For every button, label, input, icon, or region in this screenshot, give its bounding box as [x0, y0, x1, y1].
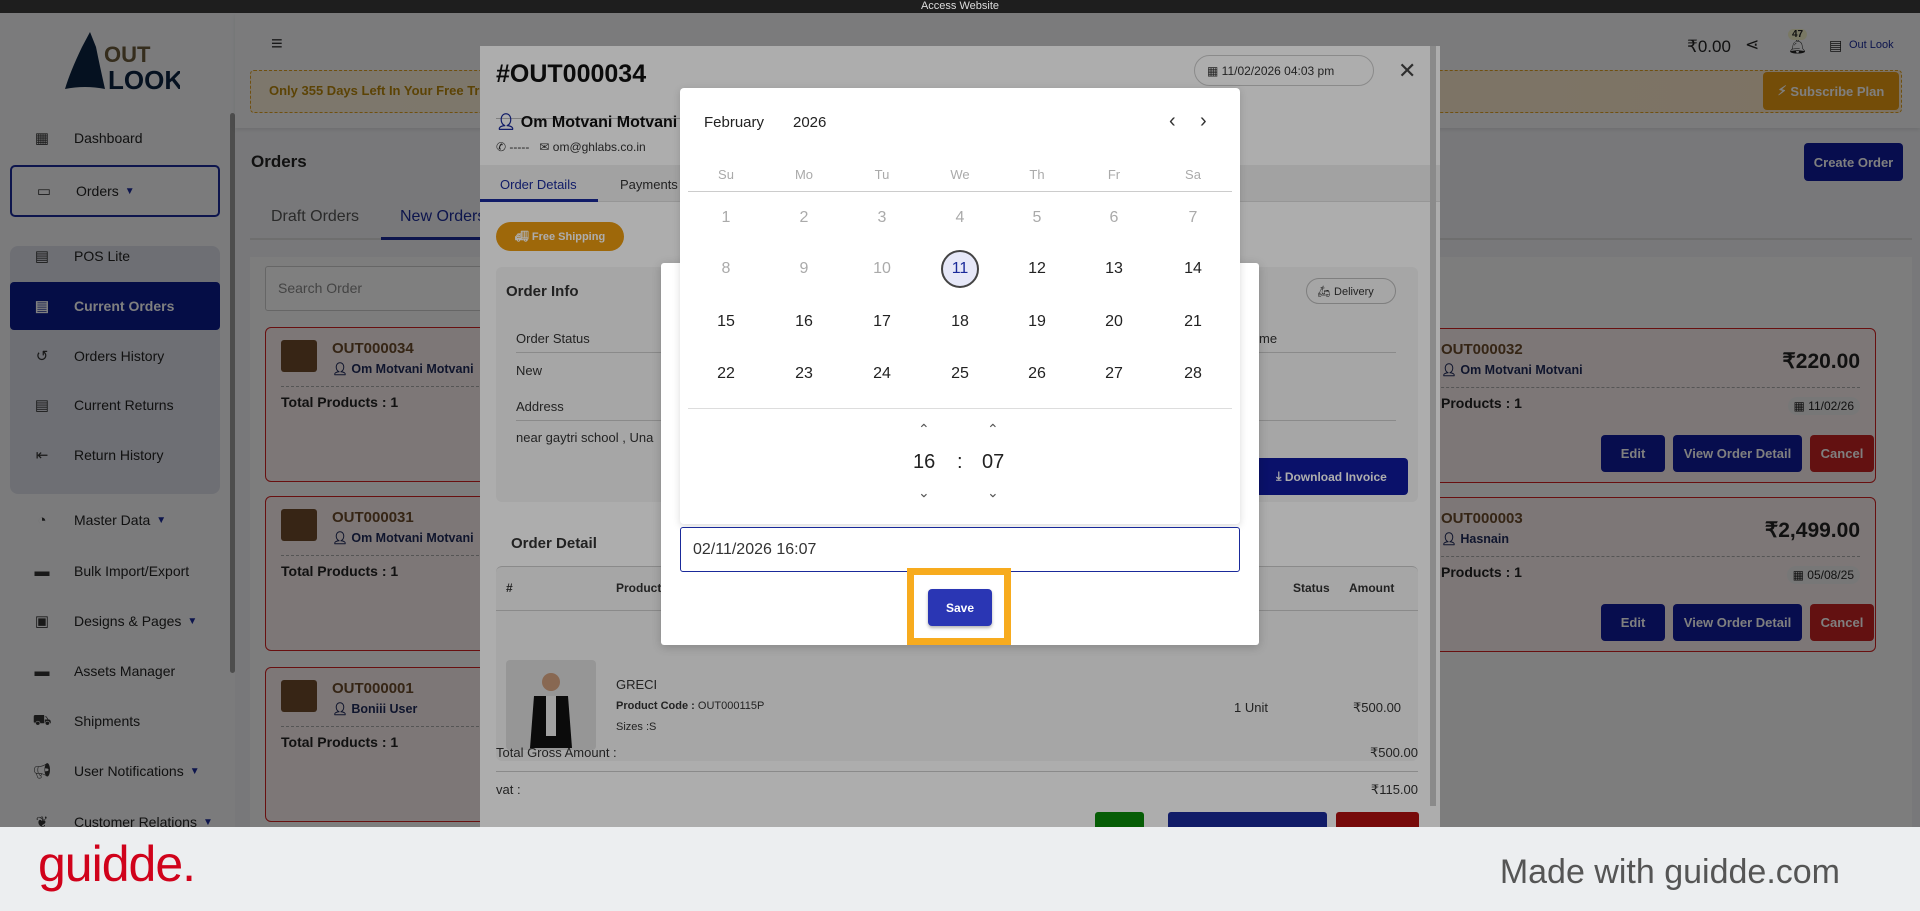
- save-button[interactable]: Save: [928, 589, 992, 626]
- calendar-day[interactable]: 13: [1094, 249, 1134, 289]
- calendar-day[interactable]: 18: [940, 302, 980, 342]
- weekday-header: Sa: [1173, 154, 1213, 194]
- calendar-day[interactable]: 20: [1094, 302, 1134, 342]
- weekday-header: Tu: [862, 154, 902, 194]
- next-month-icon[interactable]: ›: [1200, 110, 1207, 133]
- weekday-header: Mo: [784, 154, 824, 194]
- weekday-header: Su: [706, 154, 746, 194]
- calendar-day[interactable]: 26: [1017, 354, 1057, 394]
- calendar-day[interactable]: 17: [862, 302, 902, 342]
- calendar-day[interactable]: 4: [940, 198, 980, 238]
- calendar-day[interactable]: 2: [784, 198, 824, 238]
- hour-down-icon[interactable]: ⌃: [918, 483, 930, 500]
- calendar-day[interactable]: 9: [784, 249, 824, 289]
- calendar-day[interactable]: 7: [1173, 198, 1213, 238]
- calendar-day[interactable]: 21: [1173, 302, 1213, 342]
- time-separator: :: [957, 451, 963, 474]
- hour-value[interactable]: 16: [913, 451, 935, 474]
- calendar-day[interactable]: 8: [706, 249, 746, 289]
- calendar-day[interactable]: 25: [940, 354, 980, 394]
- calendar-panel: February 2026 ‹ › SuMoTuWeThFrSa12345678…: [680, 88, 1240, 524]
- calendar-day[interactable]: 15: [706, 302, 746, 342]
- calendar-day[interactable]: 22: [706, 354, 746, 394]
- calendar-day[interactable]: 1: [706, 198, 746, 238]
- calendar-day[interactable]: 23: [784, 354, 824, 394]
- calendar-day[interactable]: 12: [1017, 249, 1057, 289]
- guidde-logo: guidde.: [38, 835, 195, 893]
- minute-down-icon[interactable]: ⌃: [987, 483, 999, 500]
- calendar-day[interactable]: 14: [1173, 249, 1213, 289]
- guidde-footer: guidde. Made with guidde.com: [0, 827, 1920, 911]
- calendar-day-selected[interactable]: 11: [941, 250, 979, 288]
- weekday-header: We: [940, 154, 980, 194]
- calendar-month[interactable]: February: [704, 114, 764, 131]
- minute-value[interactable]: 07: [982, 451, 1004, 474]
- calendar-year[interactable]: 2026: [793, 114, 826, 131]
- weekday-header: Th: [1017, 154, 1057, 194]
- prev-month-icon[interactable]: ‹: [1169, 110, 1176, 133]
- calendar-day[interactable]: 27: [1094, 354, 1134, 394]
- made-with-guidde: Made with guidde.com: [1500, 853, 1840, 892]
- calendar-day[interactable]: 28: [1173, 354, 1213, 394]
- calendar-day[interactable]: 3: [862, 198, 902, 238]
- access-website-bar[interactable]: Access Website: [0, 0, 1920, 13]
- calendar-day[interactable]: 10: [862, 249, 902, 289]
- weekday-header: Fr: [1094, 154, 1134, 194]
- calendar-day[interactable]: 6: [1094, 198, 1134, 238]
- calendar-day[interactable]: 5: [1017, 198, 1057, 238]
- datetime-input[interactable]: [680, 527, 1240, 572]
- hour-up-icon[interactable]: ⌃: [918, 421, 930, 438]
- minute-up-icon[interactable]: ⌃: [987, 421, 999, 438]
- calendar-day[interactable]: 24: [862, 354, 902, 394]
- calendar-day[interactable]: 19: [1017, 302, 1057, 342]
- calendar-day[interactable]: 16: [784, 302, 824, 342]
